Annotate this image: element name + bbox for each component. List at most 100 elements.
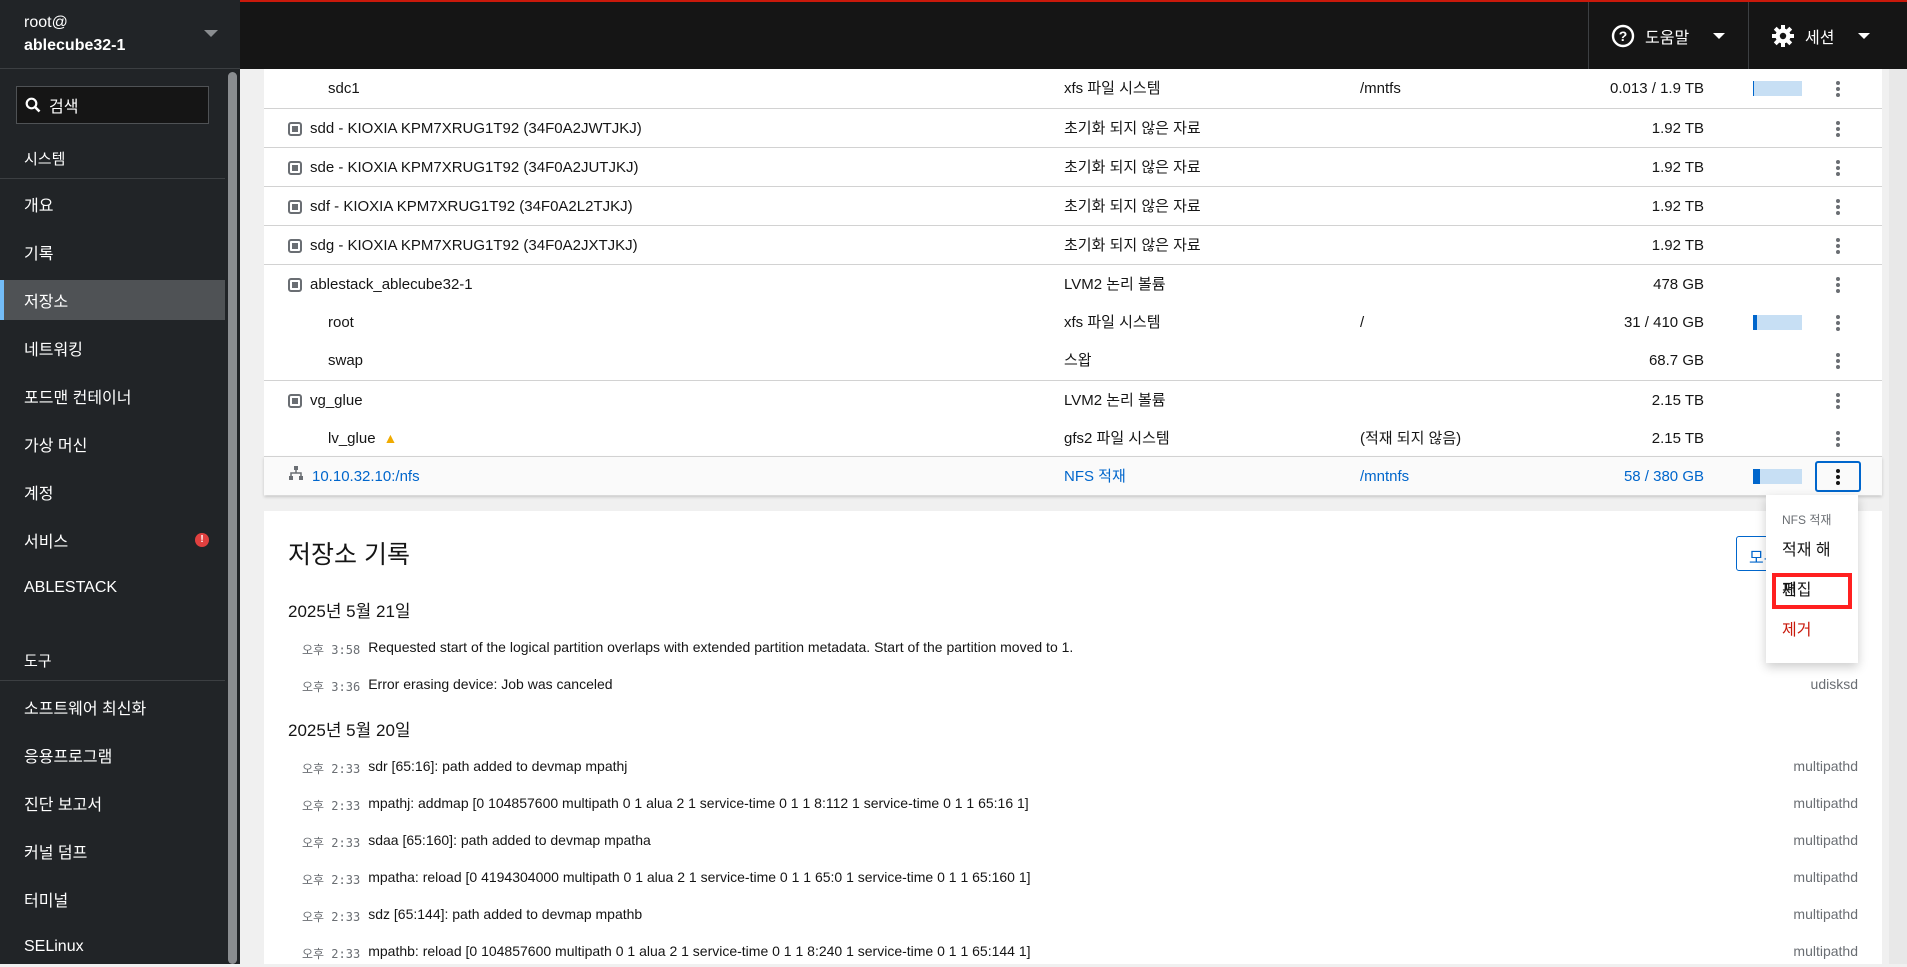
log-message: mpathb: reload [0 104857600 multipath 0 … bbox=[368, 943, 1031, 959]
warning-icon: ▲ bbox=[383, 430, 398, 446]
row-size: 1.92 TB bbox=[1651, 237, 1704, 254]
table-row[interactable]: 10.10.32.10:/nfs NFS 적재/mntnfs 58 / 380 GB bbox=[264, 456, 1882, 495]
sidebar-item[interactable]: 네트워킹 bbox=[0, 328, 225, 368]
sidebar-item-label: 터미널 bbox=[24, 893, 69, 910]
log-source: multipathd bbox=[1793, 943, 1858, 959]
sidebar-item[interactable]: 가상 머신 bbox=[0, 424, 225, 464]
row-name-text[interactable]: 10.10.32.10:/nfs bbox=[312, 457, 420, 496]
row-size: 1.92 TB bbox=[1651, 159, 1704, 176]
table-row[interactable]: lv_glue ▲ gfs2 파일 시스템 (적재 되지 않음) 2.15 TB bbox=[264, 419, 1882, 458]
row-name: sdf - KIOXIA KPM7XRUG1T92 (34F0A2L2TJKJ) bbox=[288, 187, 633, 226]
kebab-dot-icon bbox=[1836, 120, 1840, 125]
kebab-menu-button[interactable] bbox=[1815, 113, 1861, 144]
table-row[interactable]: root xfs 파일 시스템 / 31 / 410 GB bbox=[264, 303, 1882, 342]
log-time: 오후 3:36 bbox=[302, 680, 361, 694]
log-source: multipathd bbox=[1793, 906, 1858, 922]
kebab-menu-button[interactable] bbox=[1815, 423, 1861, 454]
menu-item-unmount[interactable]: 적재 해제 bbox=[1766, 531, 1858, 599]
sidebar: root@ ablecube32-1 검색 시스템 개요 기록 저장소 네트워킹 포드맨… bbox=[0, 0, 240, 964]
search-icon bbox=[25, 97, 41, 113]
sidebar-scrollbar[interactable] bbox=[228, 72, 237, 964]
kebab-dot-icon bbox=[1836, 249, 1840, 254]
table-row[interactable]: sde - KIOXIA KPM7XRUG1T92 (34F0A2JUTJKJ)… bbox=[264, 147, 1882, 186]
row-mount: (적재 되지 않음) bbox=[1360, 430, 1462, 447]
sidebar-item[interactable]: 진단 보고서 bbox=[0, 783, 225, 823]
row-size: 0.013 / 1.9 TB bbox=[1610, 80, 1704, 97]
sidebar-item-label: 가상 머신 bbox=[24, 438, 88, 455]
row-mount: / bbox=[1360, 314, 1365, 331]
menu-item-remove[interactable]: 제거 bbox=[1766, 611, 1858, 651]
log-message: mpatha: reload [0 4194304000 multipath 0… bbox=[368, 869, 1031, 885]
kebab-menu-button[interactable] bbox=[1815, 73, 1861, 104]
row-name-text: sde - KIOXIA KPM7XRUG1T92 (34F0A2JUTJKJ) bbox=[310, 159, 639, 176]
sidebar-item-label: 계정 bbox=[24, 486, 54, 503]
table-row[interactable]: ablestack_ablecube32-1 LVM2 논리 볼륨 478 GB bbox=[264, 264, 1882, 303]
sidebar-item[interactable]: SELinux bbox=[0, 927, 225, 967]
table-row[interactable]: vg_glue LVM2 논리 볼륨 2.15 TB bbox=[264, 380, 1882, 419]
row-name-text: sdd - KIOXIA KPM7XRUG1T92 (34F0A2JWTJKJ) bbox=[310, 120, 642, 137]
kebab-dot-icon bbox=[1836, 392, 1840, 397]
log-entry[interactable]: 오후 2:33 sdz [65:144]: path added to devma… bbox=[302, 906, 1858, 925]
search-input[interactable]: 검색 bbox=[16, 86, 209, 124]
sidebar-item[interactable]: 서비스! bbox=[0, 520, 225, 560]
host-name: ablecube32-1 bbox=[24, 37, 126, 54]
sidebar-item-label: 저장소 bbox=[24, 294, 69, 311]
sidebar-item[interactable]: 커널 덤프 bbox=[0, 831, 225, 871]
disk-icon bbox=[288, 121, 302, 136]
usage-bar-fill bbox=[1753, 81, 1755, 96]
sidebar-item[interactable]: 계정 bbox=[0, 472, 225, 512]
log-time: 오후 2:33 bbox=[302, 762, 361, 776]
row-size: 2.15 TB bbox=[1651, 430, 1704, 447]
row-size: 1.92 TB bbox=[1651, 120, 1704, 137]
sidebar-item[interactable]: 기록 bbox=[0, 232, 225, 272]
help-menu-button[interactable]: ? 도움말 bbox=[1588, 2, 1748, 69]
row-mount[interactable]: /mntnfs bbox=[1360, 457, 1409, 496]
session-menu-button[interactable]: 세션 bbox=[1748, 2, 1907, 69]
log-entry[interactable]: 오후 2:33 mpathb: reload [0 104857600 multi… bbox=[302, 943, 1858, 962]
log-entry[interactable]: 오후 2:33 mpatha: reload [0 4194304000 mult… bbox=[302, 869, 1858, 888]
main-scrollbar[interactable] bbox=[1889, 69, 1907, 964]
row-type: 초기화 되지 않은 자료 bbox=[1064, 120, 1201, 137]
menu-header: NFS 적재 bbox=[1782, 513, 1832, 527]
kebab-menu-button[interactable] bbox=[1815, 345, 1861, 376]
row-type: 초기화 되지 않은 자료 bbox=[1064, 198, 1201, 215]
log-entry[interactable]: 오후 3:36 Error erasing device: Job was can… bbox=[302, 676, 1858, 695]
search-placeholder: 검색 bbox=[49, 99, 79, 116]
table-row[interactable]: sdg - KIOXIA KPM7XRUG1T92 (34F0A2JXTJKJ)… bbox=[264, 225, 1882, 264]
session-label: 세션 bbox=[1805, 29, 1835, 47]
row-type: 초기화 되지 않은 자료 bbox=[1064, 159, 1201, 176]
sidebar-item[interactable]: ABLESTACK bbox=[0, 568, 225, 608]
kebab-menu-button[interactable] bbox=[1815, 230, 1861, 261]
log-entry[interactable]: 오후 2:33 mpathj: addmap [0 104857600 multi… bbox=[302, 795, 1858, 814]
kebab-menu-button[interactable] bbox=[1815, 269, 1861, 300]
kebab-dot-icon bbox=[1836, 398, 1840, 403]
row-name-text: ablestack_ablecube32-1 bbox=[310, 276, 473, 293]
log-entry[interactable]: 오후 2:33 sdaa [65:160]: path added to devm… bbox=[302, 832, 1858, 851]
kebab-dot-icon bbox=[1836, 480, 1840, 485]
row-name-text: sdf - KIOXIA KPM7XRUG1T92 (34F0A2L2TJKJ) bbox=[310, 198, 633, 215]
row-name-text: sdc1 bbox=[328, 80, 360, 97]
sidebar-item[interactable]: 응용프로그램 bbox=[0, 735, 225, 775]
usage-bar bbox=[1753, 469, 1802, 484]
menu-item-edit[interactable]: 편집 bbox=[1770, 571, 1854, 611]
table-row[interactable]: sdc1 xfs 파일 시스템/mntfs 0.013 / 1.9 TB bbox=[264, 69, 1882, 108]
sidebar-item[interactable]: 포드맨 컨테이너 bbox=[0, 376, 225, 416]
table-row[interactable]: swap 스왑 68.7 GB bbox=[264, 341, 1882, 380]
kebab-menu-button[interactable] bbox=[1815, 191, 1861, 222]
kebab-menu-button[interactable] bbox=[1815, 152, 1861, 183]
sidebar-item[interactable]: 터미널 bbox=[0, 879, 225, 919]
caret-down-icon bbox=[204, 30, 218, 37]
sidebar-item[interactable]: 저장소 bbox=[0, 280, 225, 320]
kebab-menu-button[interactable] bbox=[1815, 461, 1861, 492]
table-row[interactable]: sdd - KIOXIA KPM7XRUG1T92 (34F0A2JWTJKJ)… bbox=[264, 108, 1882, 147]
host-switcher[interactable]: root@ ablecube32-1 bbox=[0, 0, 240, 69]
kebab-menu-button[interactable] bbox=[1815, 385, 1861, 416]
log-entry[interactable]: 오후 2:33 sdr [65:16]: path added to devmap… bbox=[302, 758, 1858, 777]
sidebar-item[interactable]: 소프트웨어 최신화 bbox=[0, 687, 225, 727]
log-source: multipathd bbox=[1793, 832, 1858, 848]
log-entry[interactable]: 오후 3:58 Requested start of the logical pa… bbox=[302, 639, 1858, 658]
usage-bar-fill bbox=[1753, 315, 1757, 330]
table-row[interactable]: sdf - KIOXIA KPM7XRUG1T92 (34F0A2L2TJKJ)… bbox=[264, 186, 1882, 225]
sidebar-item[interactable]: 개요 bbox=[0, 184, 225, 224]
kebab-menu-button[interactable] bbox=[1815, 307, 1861, 338]
